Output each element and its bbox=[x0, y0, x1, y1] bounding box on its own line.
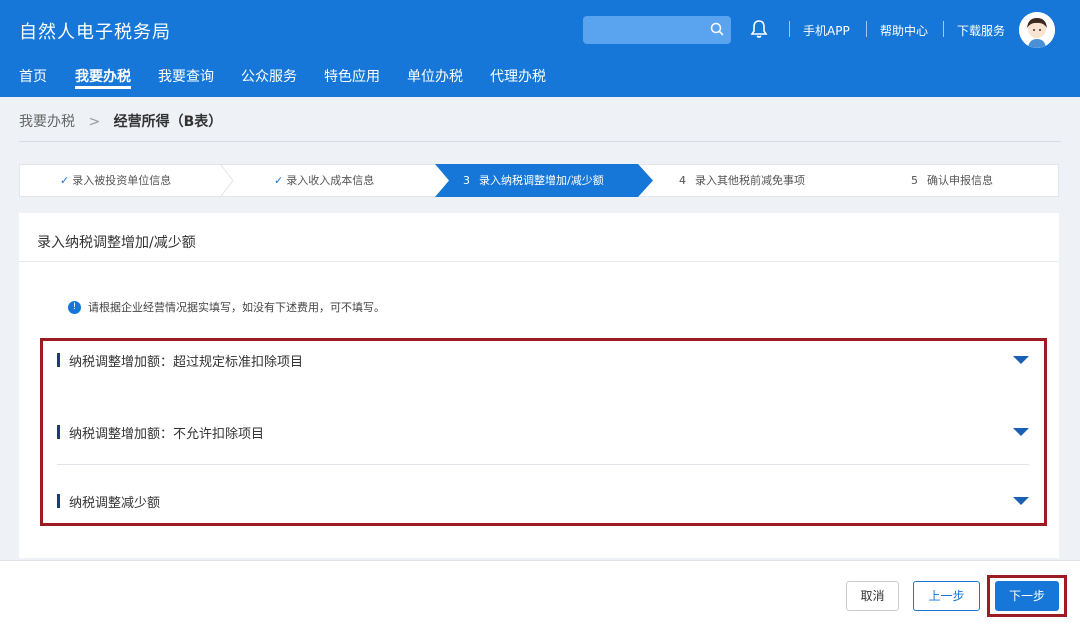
step-5: 5 确认申报信息 bbox=[911, 165, 993, 196]
nav-featured-apps[interactable]: 特色应用 bbox=[324, 66, 380, 86]
action-footer: 取消 上一步 下一步 bbox=[0, 560, 1080, 624]
section-label: 纳税调整增加额：超过规定标准扣除项目 bbox=[69, 355, 304, 370]
step-chevron-icon bbox=[220, 165, 234, 196]
nav-query[interactable]: 我要查询 bbox=[158, 66, 214, 86]
breadcrumb-divider bbox=[19, 141, 1061, 142]
step-label: 确认申报信息 bbox=[927, 174, 993, 187]
step-number: 4 bbox=[679, 174, 686, 187]
expand-caret-icon[interactable] bbox=[1013, 497, 1029, 505]
mobile-app-link[interactable]: 手机APP bbox=[803, 22, 850, 39]
search-input[interactable] bbox=[583, 16, 731, 44]
step-label: 录入收入成本信息 bbox=[286, 174, 375, 187]
notice-text: 请根据企业经营情况据实填写，如没有下述费用，可不填写。 bbox=[88, 301, 385, 314]
accordion-section-decrease[interactable]: 纳税调整减少额 bbox=[57, 487, 1029, 517]
step-1: ✓ 录入被投资单位信息 bbox=[60, 165, 171, 196]
bell-icon[interactable] bbox=[748, 18, 770, 40]
header-separator bbox=[943, 21, 944, 37]
info-notice: ! 请根据企业经营情况据实填写，如没有下述费用，可不填写。 bbox=[68, 299, 385, 315]
breadcrumb-parent[interactable]: 我要办税 bbox=[19, 114, 75, 130]
avatar-icon bbox=[1019, 12, 1055, 48]
step-label: 录入纳税调整增加/减少额 bbox=[479, 174, 604, 187]
site-title[interactable]: 自然人电子税务局 bbox=[19, 18, 171, 44]
section-label: 纳税调整减少额 bbox=[69, 496, 161, 511]
step-number: 5 bbox=[911, 174, 918, 187]
next-button-highlight: 下一步 bbox=[987, 575, 1067, 617]
section-label: 纳税调整增加额：不允许扣除项目 bbox=[69, 427, 265, 442]
cancel-button[interactable]: 取消 bbox=[846, 581, 899, 611]
panel-title-divider bbox=[19, 261, 1059, 262]
help-center-link[interactable]: 帮助中心 bbox=[880, 22, 928, 39]
nav-unit-tax[interactable]: 单位办税 bbox=[407, 66, 463, 86]
nav-active-indicator bbox=[75, 86, 131, 89]
accordion-section-excess-deductions[interactable]: 纳税调整增加额：超过规定标准扣除项目 bbox=[57, 346, 1029, 376]
header-separator bbox=[866, 21, 867, 37]
step-label: 录入被投资单位信息 bbox=[72, 174, 172, 187]
breadcrumb-current: 经营所得（B表） bbox=[113, 114, 223, 130]
accordion-section-non-deductible[interactable]: 纳税调整增加额：不允许扣除项目 bbox=[57, 418, 1029, 448]
nav-agent-tax[interactable]: 代理办税 bbox=[490, 66, 546, 86]
step-number: 3 bbox=[463, 174, 470, 187]
previous-step-button[interactable]: 上一步 bbox=[913, 581, 980, 611]
next-step-button[interactable]: 下一步 bbox=[995, 581, 1059, 611]
nav-home[interactable]: 首页 bbox=[19, 66, 47, 86]
check-icon: ✓ bbox=[274, 174, 284, 187]
nav-tax-services-label: 我要办税 bbox=[75, 69, 131, 85]
expand-caret-icon[interactable] bbox=[1013, 356, 1029, 364]
section-marker bbox=[57, 425, 60, 439]
user-avatar[interactable] bbox=[1019, 12, 1055, 48]
expand-caret-icon[interactable] bbox=[1013, 428, 1029, 436]
section-marker bbox=[57, 353, 60, 367]
download-service-link[interactable]: 下载服务 bbox=[957, 22, 1005, 39]
breadcrumb-separator: > bbox=[88, 114, 101, 130]
top-header: 自然人电子税务局 手机APP 帮助中心 下载服务 首页 我要办税 我要查询 公众… bbox=[0, 0, 1080, 97]
section-marker bbox=[57, 494, 60, 508]
info-icon: ! bbox=[68, 300, 81, 314]
search-icon[interactable] bbox=[710, 22, 724, 36]
section-divider bbox=[57, 464, 1029, 465]
step-3: 3 录入纳税调整增加/减少额 bbox=[463, 165, 604, 196]
breadcrumb: 我要办税 > 经营所得（B表） bbox=[19, 111, 222, 131]
panel-title: 录入纳税调整增加/减少额 bbox=[37, 235, 196, 251]
check-icon: ✓ bbox=[60, 174, 70, 187]
form-panel: 录入纳税调整增加/减少额 ! 请根据企业经营情况据实填写，如没有下述费用，可不填… bbox=[19, 213, 1059, 558]
nav-public-services[interactable]: 公众服务 bbox=[241, 66, 297, 86]
nav-tax-services[interactable]: 我要办税 bbox=[75, 66, 131, 89]
header-separator bbox=[789, 21, 790, 37]
highlight-box: 纳税调整增加额：超过规定标准扣除项目 纳税调整增加额：不允许扣除项目 纳税调整减… bbox=[40, 338, 1047, 526]
step-label: 录入其他税前减免事项 bbox=[695, 174, 805, 187]
step-indicator: ✓ 录入被投资单位信息 ✓ 录入收入成本信息 3 录入纳税调整增加/减少额 4 录入其他… bbox=[19, 164, 1059, 197]
step-4: 4 录入其他税前减免事项 bbox=[679, 165, 805, 196]
step-2: ✓ 录入收入成本信息 bbox=[274, 165, 374, 196]
